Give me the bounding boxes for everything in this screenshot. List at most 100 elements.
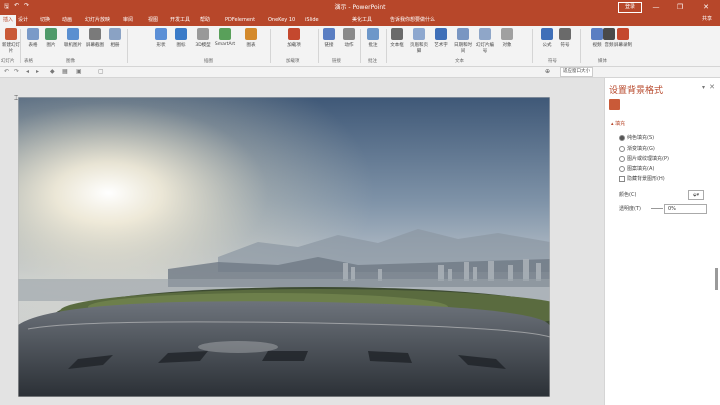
wordart-button[interactable]: 艺术字	[430, 28, 452, 48]
fill-section-header[interactable]: ▴ 填充	[611, 120, 625, 127]
tab-design[interactable]: 设计	[18, 15, 28, 26]
font-icon[interactable]: ◂	[26, 68, 29, 75]
link-button[interactable]: 链接	[318, 28, 340, 48]
table-icon	[27, 28, 39, 40]
format-background-pane: 设置背景格式 ▾ ✕ ▴ 填充 纯色填充(S) 渐变填充(G) 图片或纹理填充(…	[604, 78, 720, 405]
fill-bucket-icon[interactable]	[609, 99, 620, 110]
divider	[360, 29, 361, 63]
minimize-button[interactable]: —	[648, 0, 664, 14]
ribbon-tabs: 插入 设计 切换 动画 幻灯片放映 审阅 视图 开发工具 帮助 PDFeleme…	[0, 14, 720, 26]
tab-slideshow[interactable]: 幻灯片放映	[85, 15, 110, 26]
picture-fill-radio[interactable]: 图片或纹理填充(P)	[619, 155, 669, 162]
smartart-icon	[219, 28, 231, 40]
divider	[270, 29, 271, 63]
close-button[interactable]: ✕	[698, 0, 714, 14]
secondary-toolbar: ↶ ↷ ◂ ▸ ◆ ▦ ▣ ▢ ⊕ 适应窗口大小	[0, 67, 720, 78]
tab-view[interactable]: 视图	[148, 15, 158, 26]
window-title: 演示 - PowerPoint	[334, 4, 386, 11]
picture-button[interactable]: 图片	[40, 28, 62, 48]
tab-onekey[interactable]: OneKey 10	[268, 15, 295, 26]
align-icon[interactable]: ▸	[36, 68, 39, 75]
new-slide-button[interactable]: 新建幻灯片	[0, 28, 22, 54]
redo-small-icon[interactable]: ↷	[14, 68, 19, 75]
grid-icon[interactable]: ▦	[62, 68, 68, 75]
solid-fill-radio[interactable]: 纯色填充(S)	[619, 134, 654, 141]
slide-number-button[interactable]: 幻灯片编号	[474, 28, 496, 54]
group-label-links: 链接	[332, 59, 341, 64]
group-label-slides: 幻灯片	[1, 59, 15, 64]
fit-window-button[interactable]: 适应窗口大小	[560, 67, 593, 77]
paint-bucket-icon: ⬙▾	[692, 192, 700, 198]
fill-color-picker[interactable]: ⬙▾	[688, 190, 704, 200]
3d-model-button[interactable]: 3D模型	[192, 28, 214, 48]
icons-button[interactable]: 图标	[170, 28, 192, 48]
zoom-icon[interactable]: ⊕	[545, 68, 550, 75]
cube-icon	[197, 28, 209, 40]
comment-button[interactable]: 批注	[362, 28, 384, 48]
radio-icon	[619, 145, 625, 152]
transparency-input[interactable]: 0%	[664, 204, 707, 214]
tab-developer[interactable]: 开发工具	[170, 15, 190, 26]
tab-islide[interactable]: iSlide	[305, 15, 319, 26]
datetime-button[interactable]: 日期和时间	[452, 28, 474, 54]
pane-scrollbar-thumb[interactable]	[715, 268, 718, 290]
undo-small-icon[interactable]: ↶	[4, 68, 9, 75]
pane-options-chevron-icon[interactable]: ▾	[702, 84, 705, 91]
online-picture-icon	[67, 28, 79, 40]
share-button[interactable]: 共享	[702, 15, 712, 22]
calendar-icon	[457, 28, 469, 40]
group-label-addins: 加载项	[286, 59, 300, 64]
radio-icon	[619, 155, 625, 162]
gradient-fill-radio[interactable]: 渐变填充(G)	[619, 145, 655, 152]
tab-help[interactable]: 帮助	[200, 15, 210, 26]
slide-canvas[interactable]	[18, 97, 550, 397]
textbox-button[interactable]: 文本框	[386, 28, 408, 48]
color-label: 颜色(C)	[619, 192, 637, 198]
signin-button[interactable]: 登录	[618, 2, 642, 13]
shapes-button[interactable]: 形状	[150, 28, 172, 48]
pi-icon	[541, 28, 553, 40]
chart-button[interactable]: 图表	[240, 28, 262, 48]
record-icon	[617, 28, 629, 40]
slide-background-image	[18, 97, 550, 397]
slide-number-icon	[479, 28, 491, 40]
icons-icon	[175, 28, 187, 40]
action-button[interactable]: 动作	[338, 28, 360, 48]
hide-background-checkbox[interactable]: 隐藏背景图形(H)	[619, 175, 665, 182]
tab-review[interactable]: 审阅	[123, 15, 133, 26]
tab-pdfelement[interactable]: PDFelement	[225, 15, 255, 26]
online-picture-button[interactable]: 联机图片	[62, 28, 84, 48]
tab-animations[interactable]: 动画	[62, 15, 72, 26]
smartart-button[interactable]: SmartArt	[214, 28, 236, 47]
screenshot-button[interactable]: 屏幕截图	[84, 28, 106, 48]
divider	[20, 29, 21, 63]
arrange-icon[interactable]: ▣	[76, 68, 82, 75]
object-button[interactable]: 对象	[496, 28, 518, 48]
header-footer-icon	[413, 28, 425, 40]
textbox-icon	[391, 28, 403, 40]
tab-beautify[interactable]: 美化工具	[352, 15, 372, 26]
shape-fill-icon[interactable]: ▢	[98, 68, 104, 75]
new-slide-icon	[5, 28, 17, 40]
pattern-fill-radio[interactable]: 图案填充(A)	[619, 165, 654, 172]
ribbon: 新建幻灯片 表格 图片 联机图片 屏幕截图 相册 形状 图标 3D模型 Smar…	[0, 26, 720, 67]
group-label-comments: 批注	[368, 59, 377, 64]
checkbox-icon	[619, 175, 625, 182]
divider	[532, 29, 533, 63]
bold-icon[interactable]: ◆	[50, 68, 55, 75]
omega-icon	[559, 28, 571, 40]
album-button[interactable]: 相册	[104, 28, 126, 48]
addins-button[interactable]: 加载项	[276, 28, 312, 48]
pane-close-icon[interactable]: ✕	[709, 83, 715, 91]
transparency-slider[interactable]	[651, 208, 663, 209]
group-label-tables: 表格	[24, 59, 33, 64]
screen-recording-button[interactable]: 屏幕录制	[612, 28, 634, 48]
symbol-button[interactable]: 符号	[554, 28, 576, 48]
header-footer-button[interactable]: 页眉和页脚	[408, 28, 430, 54]
tell-me-search[interactable]: 告诉我你想要做什么	[390, 15, 435, 26]
tab-transitions[interactable]: 切换	[40, 15, 50, 26]
tab-insert[interactable]: 插入	[0, 15, 17, 26]
camera-icon	[89, 28, 101, 40]
restore-button[interactable]: ❐	[672, 0, 688, 14]
chart-icon	[245, 28, 257, 40]
